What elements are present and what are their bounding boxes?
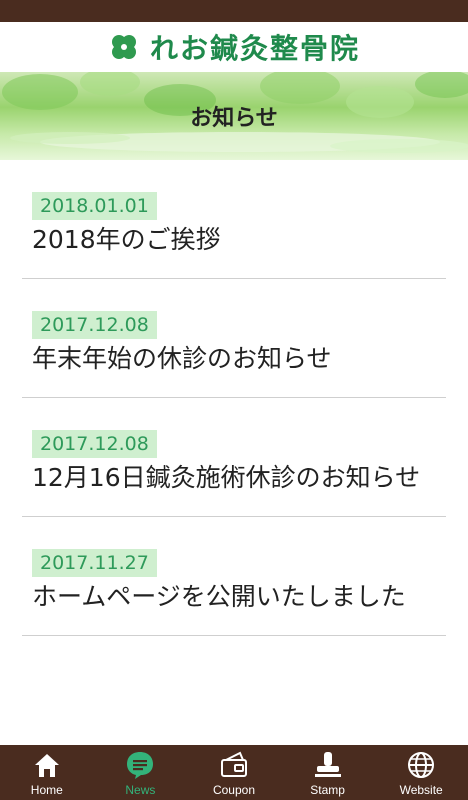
news-title: 2018年のご挨拶: [32, 225, 221, 254]
stamp-icon: [314, 752, 341, 777]
page-banner: お知らせ: [0, 72, 468, 160]
tab-label: Coupon: [212, 783, 255, 797]
news-item[interactable]: 2017.12.08 12月16日鍼灸施術休診のお知らせ: [22, 398, 446, 517]
tab-label: Home: [30, 783, 63, 797]
tab-label: Stamp: [310, 783, 345, 797]
clover-logo-icon: [111, 35, 136, 59]
status-bar: [0, 0, 468, 22]
news-date: 2018.01.01: [32, 192, 157, 220]
tab-label: News: [125, 783, 156, 797]
tab-label: Website: [399, 783, 443, 797]
news-title: 年末年始の休診のお知らせ: [32, 344, 332, 373]
news-date: 2017.12.08: [32, 430, 157, 458]
news-list[interactable]: 2018.01.01 2018年のご挨拶 2017.12.08 年末年始の休診の…: [0, 160, 468, 745]
news-item[interactable]: 2017.12.08 年末年始の休診のお知らせ: [22, 279, 446, 398]
news-date: 2017.12.08: [32, 311, 157, 339]
tab-website[interactable]: Website: [374, 745, 468, 800]
coupon-icon: [220, 751, 247, 777]
news-item[interactable]: 2017.11.27 ホームページを公開いたしました: [22, 517, 446, 636]
tab-news[interactable]: News: [94, 745, 188, 800]
brand-name: れお鍼灸整骨院: [149, 32, 360, 65]
globe-icon: [408, 752, 435, 778]
page-title: お知らせ: [190, 106, 278, 131]
tab-coupon[interactable]: Coupon: [187, 745, 281, 800]
news-item[interactable]: 2018.01.01 2018年のご挨拶: [22, 160, 446, 279]
bottom-tab-bar: Home News Coupon Stamp Website: [0, 745, 468, 800]
tab-home[interactable]: Home: [0, 745, 94, 800]
news-date: 2017.11.27: [32, 549, 157, 577]
news-icon: [127, 752, 154, 779]
news-title: ホームページを公開いたしました: [32, 582, 406, 611]
news-title: 12月16日鍼灸施術休診のお知らせ: [32, 463, 421, 492]
brand-header: れお鍼灸整骨院: [0, 22, 468, 72]
tab-stamp[interactable]: Stamp: [281, 745, 375, 800]
home-icon: [34, 754, 59, 777]
